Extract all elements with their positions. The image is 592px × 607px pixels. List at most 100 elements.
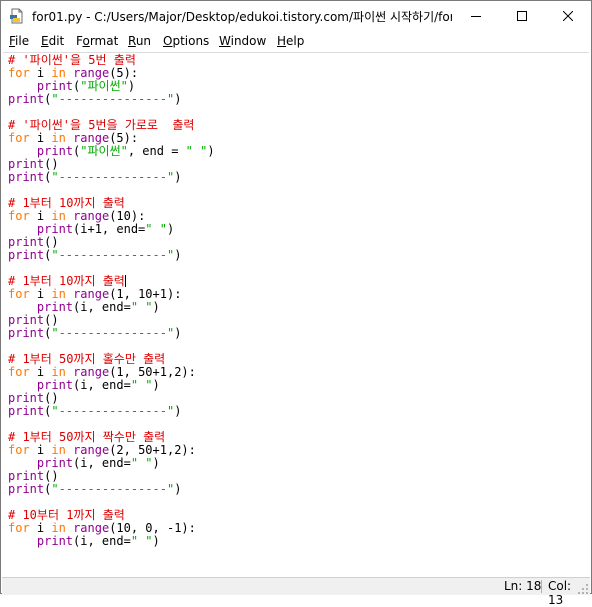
window-title: for01.py - C:/Users/Major/Desktop/edukoi… — [32, 10, 452, 24]
code-token: ) — [174, 404, 182, 418]
code-token: for — [8, 66, 30, 80]
menu-run[interactable]: Run — [128, 34, 151, 48]
code-token: for — [8, 521, 30, 535]
code-token: range — [73, 365, 110, 379]
code-token: range — [73, 131, 110, 145]
code-token: in — [51, 131, 66, 145]
code-token: i — [29, 365, 52, 379]
code-token: # 1부터 10까지 출력 — [8, 196, 125, 210]
code-token: ) — [207, 144, 215, 158]
code-token: ) — [152, 456, 160, 470]
close-button[interactable] — [545, 1, 591, 31]
code-token: (i, end= — [73, 300, 131, 314]
code-token: ) — [174, 482, 182, 496]
code-token: ) — [166, 222, 175, 236]
code-token: (i, end= — [73, 378, 131, 392]
code-token: print — [36, 534, 74, 548]
code-token: (1, 10+1): — [109, 287, 182, 301]
code-token: ) — [174, 326, 182, 340]
status-bar: Ln: 18 Col: 13 — [2, 577, 590, 607]
code-token: (2, 50+1,2): — [109, 443, 196, 457]
code-token: print — [36, 79, 74, 93]
code-token: " " — [130, 300, 153, 314]
code-line[interactable]: print(i, end=" ") — [8, 535, 215, 548]
code-token: i — [29, 66, 52, 80]
code-token: print — [8, 326, 45, 340]
menu-window[interactable]: Window — [219, 34, 266, 48]
code-token: ) — [152, 534, 160, 548]
code-token: () — [44, 157, 59, 171]
menu-options[interactable]: Options — [163, 34, 209, 48]
code-token: (10): — [109, 209, 146, 223]
maximize-icon — [517, 11, 527, 21]
code-area[interactable]: # '파이썬'을 5번 출력 for i in range(5): print("… — [8, 54, 215, 548]
code-token: () — [44, 391, 59, 405]
code-token: print — [36, 378, 74, 392]
status-separator — [541, 580, 542, 593]
code-token: print — [8, 391, 45, 405]
code-token: print — [36, 456, 74, 470]
code-token: for — [8, 209, 30, 223]
code-token: for — [8, 287, 30, 301]
menu-edit[interactable]: Edit — [41, 34, 64, 48]
text-cursor — [124, 275, 126, 287]
code-token: "---------------" — [51, 248, 175, 262]
code-line[interactable]: print("---------------") — [8, 327, 215, 340]
code-token: print — [8, 469, 45, 483]
code-token: "---------------" — [51, 92, 175, 106]
code-token: " " — [145, 222, 167, 236]
menu-file[interactable]: File — [9, 34, 29, 48]
code-token: print — [36, 222, 74, 236]
code-line[interactable]: print("---------------") — [8, 93, 215, 106]
resize-grip-icon[interactable] — [577, 583, 589, 595]
minimize-button[interactable] — [453, 1, 499, 31]
code-token: in — [51, 521, 66, 535]
code-token: for — [8, 131, 30, 145]
code-token: " " — [130, 534, 153, 548]
code-token: , end = — [127, 144, 186, 158]
code-token: # 1부터 50까지 홀수만 출력 — [8, 352, 166, 366]
code-token: print — [36, 300, 74, 314]
maximize-button[interactable] — [499, 1, 545, 31]
code-line[interactable]: print("---------------") — [8, 405, 215, 418]
code-token: print — [8, 482, 45, 496]
code-line[interactable]: print("---------------") — [8, 483, 215, 496]
minimize-icon — [471, 16, 481, 17]
code-token: (i, end= — [73, 456, 131, 470]
code-token: "파이썬" — [80, 79, 128, 93]
code-token: # 1부터 10까지 출력 — [8, 274, 125, 288]
menu-format[interactable]: Format — [76, 34, 118, 48]
menu-help[interactable]: Help — [277, 34, 304, 48]
code-token: " " — [130, 378, 153, 392]
python-file-icon[interactable] — [9, 8, 25, 24]
code-token: (i+1, end= — [73, 222, 146, 236]
code-token: for — [8, 365, 30, 379]
code-token: for — [8, 443, 30, 457]
code-token: print — [8, 92, 45, 106]
code-token: in — [51, 209, 66, 223]
code-token: in — [51, 66, 66, 80]
code-token: ) — [127, 79, 136, 93]
code-token: print — [8, 170, 45, 184]
code-token: # 1부터 50까지 짝수만 출력 — [8, 430, 166, 444]
title-bar[interactable]: for01.py - C:/Users/Major/Desktop/edukoi… — [1, 1, 591, 31]
code-token: print — [8, 235, 45, 249]
code-token: in — [51, 443, 66, 457]
code-line[interactable]: print("---------------") — [8, 249, 215, 262]
code-editor[interactable]: # '파이썬'을 5번 출력 for i in range(5): print("… — [3, 52, 589, 577]
code-line[interactable]: print("---------------") — [8, 171, 215, 184]
code-token: range — [73, 443, 110, 457]
code-token: ) — [174, 92, 182, 106]
status-line-number: Ln: 18 — [504, 579, 542, 593]
code-token: i — [29, 443, 52, 457]
